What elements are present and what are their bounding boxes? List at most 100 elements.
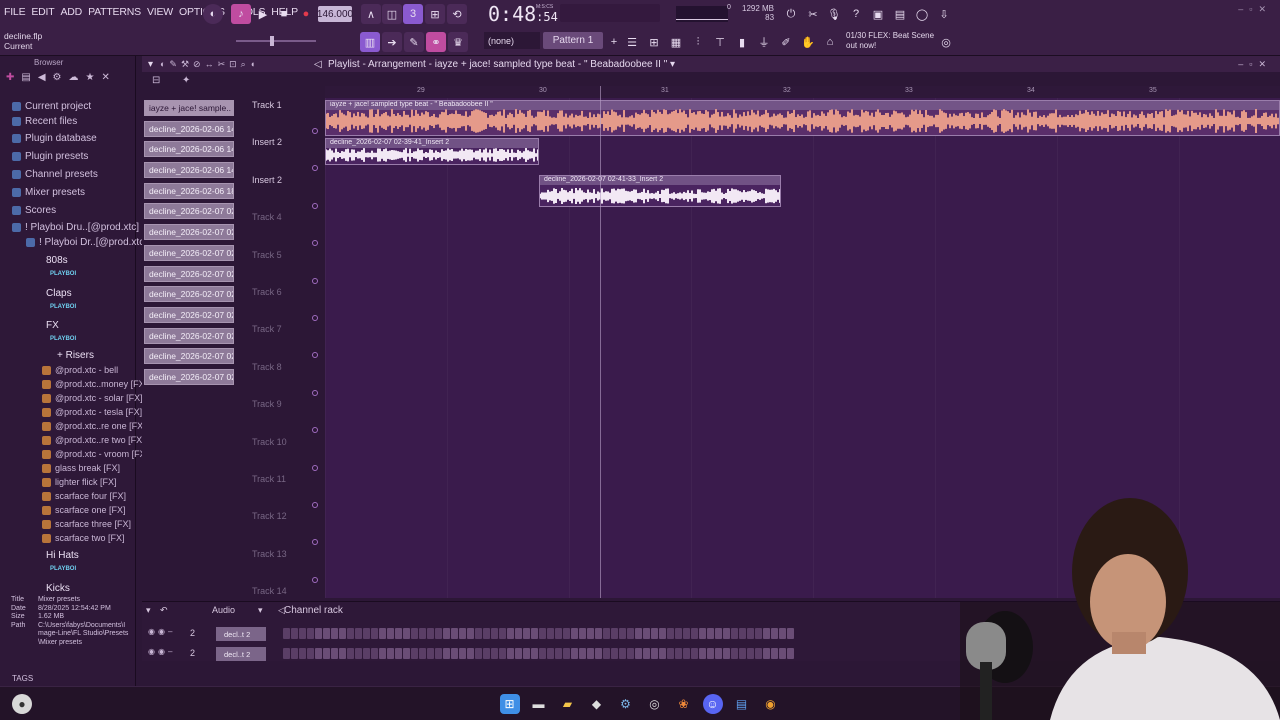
step-button[interactable]	[491, 628, 498, 639]
step-button[interactable]	[603, 648, 610, 659]
browser-item[interactable]: scarface four [FX]	[42, 491, 126, 501]
pattern-song-toggle-icon[interactable]: ◐	[203, 4, 223, 24]
track-mute-icon[interactable]	[312, 277, 318, 284]
browser-item[interactable]: Kicks	[33, 583, 70, 594]
step-button[interactable]	[507, 628, 514, 639]
clip-picker-item[interactable]: decline_2026-02-07 02-..	[144, 368, 234, 385]
step-button[interactable]	[715, 648, 722, 659]
track-mute-icon[interactable]	[312, 240, 318, 247]
track-mute-icon[interactable]	[312, 427, 318, 434]
stamp-icon[interactable]: ♛	[448, 32, 468, 52]
step-button[interactable]	[339, 648, 346, 659]
browser-item[interactable]: lighter flick [FX]	[42, 477, 117, 487]
browser-item[interactable]: PLAYBOI	[50, 336, 76, 342]
browser-item[interactable]: scarface one [FX]	[42, 505, 126, 515]
step-button[interactable]	[307, 628, 314, 639]
clip-picker-item[interactable]: decline_2026-02-06 14-..	[144, 141, 234, 158]
track-mute-icon[interactable]	[312, 389, 318, 396]
browser-item[interactable]: PLAYBOI	[50, 566, 76, 572]
step-button[interactable]	[379, 648, 386, 659]
start-menu-icon[interactable]: ⊞	[499, 693, 520, 714]
step-button[interactable]	[667, 628, 674, 639]
step-button[interactable]	[611, 648, 618, 659]
touch-icon[interactable]: ✋	[798, 32, 818, 52]
pattern-selector[interactable]: Pattern 1	[543, 32, 603, 49]
clip-picker-item[interactable]: decline_2026-02-07 02-..	[144, 244, 234, 261]
step-button[interactable]	[787, 648, 794, 659]
clip-picker-item[interactable]: iayze + jace! sample..	[144, 100, 234, 116]
browser-item[interactable]: FX	[33, 320, 59, 331]
loop-record-icon[interactable]: ⟲	[447, 4, 467, 24]
channel-rack-back-icon[interactable]: ↶	[160, 605, 168, 616]
step-button[interactable]	[403, 628, 410, 639]
step-button[interactable]	[475, 628, 482, 639]
step-button[interactable]	[691, 628, 698, 639]
track-mute-icon[interactable]	[312, 165, 318, 172]
step-button[interactable]	[459, 628, 466, 639]
step-button[interactable]	[483, 628, 490, 639]
step-button[interactable]	[619, 628, 626, 639]
menu-file[interactable]: FILE	[4, 6, 26, 18]
tempo-display[interactable]: 146.000	[317, 6, 353, 22]
channel-rack-menu-icon[interactable]: ▾	[146, 605, 151, 616]
playlist-window-controls[interactable]: –▫✕	[1238, 59, 1272, 70]
clip-picker-item[interactable]: decline_2026-02-07 02-..	[144, 203, 234, 220]
brush-icon[interactable]: ✐	[776, 32, 796, 52]
step-button[interactable]	[739, 648, 746, 659]
browser-item[interactable]: 808s	[33, 255, 68, 266]
step-button[interactable]	[427, 648, 434, 659]
picker-expand-icon[interactable]: ✦	[182, 75, 190, 86]
browser-item[interactable]: + Risers	[44, 350, 94, 361]
track-header[interactable]: Track 13	[250, 547, 320, 583]
step-button[interactable]	[579, 628, 586, 639]
menu-add[interactable]: ADD	[61, 6, 83, 18]
clip-picker-item[interactable]: decline_2026-02-06 18-..	[144, 182, 234, 199]
browser-all-icon[interactable]: ✚	[6, 72, 14, 86]
browser-star-icon[interactable]: ★	[86, 72, 95, 86]
step-button[interactable]	[539, 628, 546, 639]
step-button[interactable]	[715, 628, 722, 639]
step-button[interactable]	[763, 628, 770, 639]
browser-item[interactable]: @prod.xtc - bell	[42, 365, 118, 375]
step-button[interactable]	[699, 648, 706, 659]
step-button[interactable]	[539, 648, 546, 659]
step-button[interactable]	[427, 628, 434, 639]
step-button[interactable]	[771, 628, 778, 639]
step-button[interactable]	[515, 648, 522, 659]
step-button[interactable]	[555, 648, 562, 659]
browser-item[interactable]: PLAYBOI	[50, 271, 76, 277]
step-button[interactable]	[723, 648, 730, 659]
step-button[interactable]	[699, 628, 706, 639]
browser-item[interactable]: Claps	[33, 288, 72, 299]
arrow-tool-icon[interactable]: ➔	[382, 32, 402, 52]
browser-item[interactable]: Scores	[12, 205, 56, 216]
add-pattern-icon[interactable]: +	[604, 32, 624, 52]
clip-picker-item[interactable]: decline_2026-02-06 14-..	[144, 162, 234, 179]
playlist-menu-icon[interactable]: ▾	[148, 59, 153, 70]
step-button[interactable]	[307, 648, 314, 659]
browser-folder-icon[interactable]: ▤	[21, 72, 30, 86]
fl-studio-icon[interactable]: ❀	[674, 694, 694, 714]
file-explorer-icon[interactable]: ▰	[558, 694, 578, 714]
track-mute-icon[interactable]	[312, 352, 318, 359]
step-button[interactable]	[635, 648, 642, 659]
master-pitch-slider[interactable]	[236, 36, 316, 46]
track-header[interactable]: Track 6	[250, 285, 320, 321]
step-button[interactable]	[571, 648, 578, 659]
step-button[interactable]	[339, 628, 346, 639]
step-button[interactable]	[595, 628, 602, 639]
tags-label[interactable]: TAGS	[12, 674, 33, 683]
step-button[interactable]	[547, 648, 554, 659]
step-button[interactable]	[315, 648, 322, 659]
track-header[interactable]: Track 10	[250, 435, 320, 471]
piano-roll-icon[interactable]: ▦	[666, 32, 686, 52]
browser-item[interactable]: @prod.xtc - tesla [FX]	[42, 407, 142, 417]
browser-item[interactable]: Channel presets	[12, 169, 98, 180]
step-button[interactable]	[435, 628, 442, 639]
step-button[interactable]	[419, 628, 426, 639]
menu-edit[interactable]: EDIT	[31, 6, 54, 18]
browser-item[interactable]: Recent files	[12, 116, 77, 127]
channel-controls-icon[interactable]: ◉◉–	[148, 627, 175, 636]
shop-icon[interactable]: ⌂	[820, 32, 840, 52]
step-button[interactable]	[347, 648, 354, 659]
